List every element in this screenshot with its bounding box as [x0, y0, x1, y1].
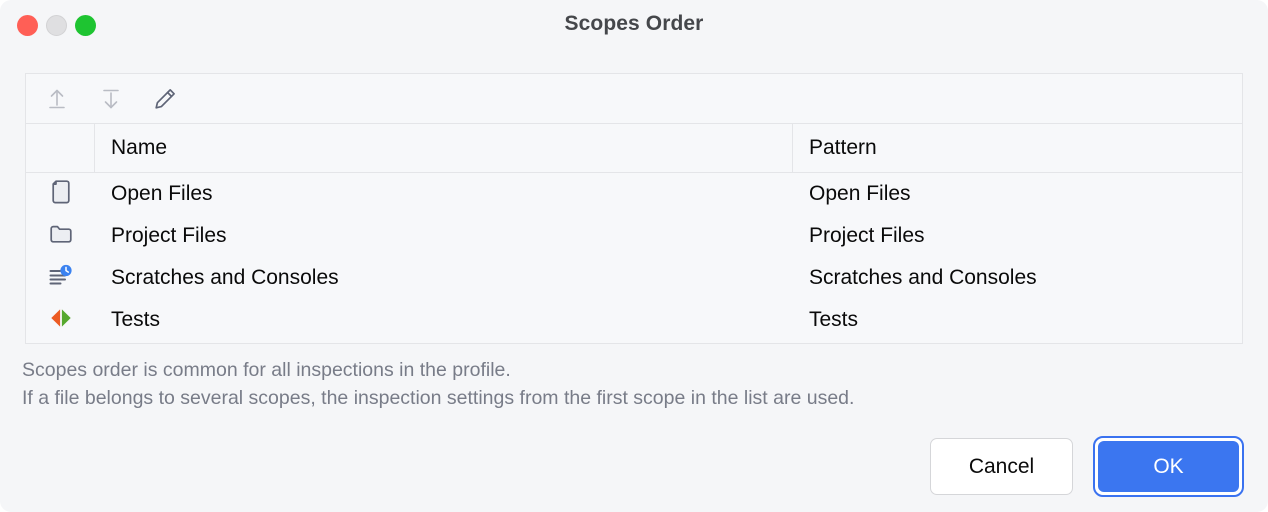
cancel-button[interactable]: Cancel — [930, 438, 1073, 495]
table-toolbar — [26, 74, 1242, 124]
row-icon-cell — [26, 257, 95, 299]
folder-icon — [48, 222, 74, 251]
tests-icon — [47, 306, 75, 335]
titlebar: Scopes Order — [0, 0, 1268, 52]
table-body: Open Files Open Files Project Files Proj… — [26, 173, 1242, 341]
description-text: Scopes order is common for all inspectio… — [22, 356, 1222, 412]
row-pattern: Tests — [809, 308, 859, 331]
move-up-icon — [44, 86, 70, 112]
row-name: Open Files — [111, 182, 213, 205]
row-pattern: Open Files — [809, 182, 911, 205]
scopes-order-dialog: Scopes Order Name Pattern Open Files Ope… — [0, 0, 1268, 512]
move-down-icon — [98, 86, 124, 112]
table-header-row: Name Pattern — [26, 124, 1242, 173]
row-icon-cell — [26, 299, 95, 341]
row-pattern: Scratches and Consoles — [809, 266, 1037, 289]
edit-button[interactable] — [148, 82, 182, 116]
scopes-table-panel: Name Pattern Open Files Open Files Proje… — [25, 73, 1243, 344]
table-row[interactable]: Project Files Project Files — [26, 215, 1242, 257]
scratches-icon — [47, 264, 75, 293]
table-header-icon-column — [26, 124, 95, 172]
table-row[interactable]: Tests Tests — [26, 299, 1242, 341]
dialog-buttons: Cancel OK — [930, 436, 1244, 497]
row-pattern: Project Files — [809, 224, 925, 247]
file-icon — [49, 179, 73, 210]
row-icon-cell — [26, 215, 95, 257]
table-row[interactable]: Scratches and Consoles Scratches and Con… — [26, 257, 1242, 299]
table-row[interactable]: Open Files Open Files — [26, 173, 1242, 215]
move-down-button[interactable] — [94, 82, 128, 116]
row-name: Scratches and Consoles — [111, 266, 339, 289]
move-up-button[interactable] — [40, 82, 74, 116]
table-header-pattern[interactable]: Pattern — [793, 124, 1242, 172]
window-title: Scopes Order — [564, 12, 704, 35]
ok-button[interactable]: OK — [1098, 441, 1239, 492]
row-icon-cell — [26, 173, 95, 215]
ok-button-focus-ring: OK — [1093, 436, 1244, 497]
edit-pencil-icon — [152, 86, 178, 112]
description-line-2: If a file belongs to several scopes, the… — [22, 387, 855, 409]
description-line-1: Scopes order is common for all inspectio… — [22, 359, 511, 381]
row-name: Tests — [111, 308, 161, 331]
table-header-name[interactable]: Name — [95, 124, 793, 172]
row-name: Project Files — [111, 224, 227, 247]
